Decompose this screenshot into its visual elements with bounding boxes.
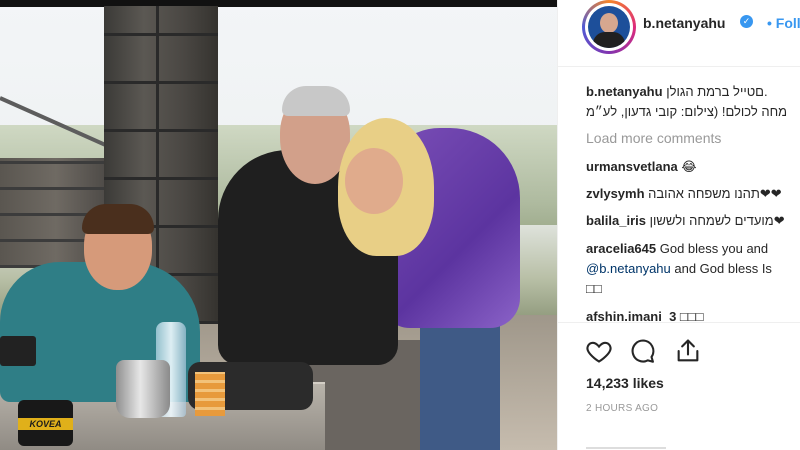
caption-line-1: b.netanyahu םטייל ברמת הגולן.	[586, 82, 800, 102]
comment-text: 😂	[677, 159, 697, 174]
comment-icon[interactable]	[629, 337, 657, 365]
follow-button[interactable]: • Follow	[767, 15, 800, 31]
avatar-suit	[593, 32, 625, 48]
avatar-frame	[585, 3, 633, 51]
avatar-face	[600, 13, 618, 33]
post-actions: 14,233 likes 2 HOURS AGO	[558, 322, 800, 450]
comment-username[interactable]: urmansvetlana	[586, 159, 678, 174]
comment-username[interactable]: balila_iris	[586, 213, 646, 228]
mention-link[interactable]: @b.netanyahu	[586, 261, 671, 276]
comment-text: □□	[586, 281, 602, 296]
post-side-panel: b.netanyahu ✓ • Follow b.netanyahu םטייל…	[557, 0, 800, 450]
post-header: b.netanyahu ✓ • Follow	[558, 0, 800, 67]
comment-row: urmansvetlana 😂	[586, 158, 697, 176]
comment-username[interactable]: afshin.imani_3	[586, 309, 676, 322]
verified-icon: ✓	[740, 15, 753, 28]
comment-row-continued: @b.netanyahu and God bless Is	[586, 260, 772, 278]
caption-username[interactable]: b.netanyahu	[586, 84, 663, 99]
share-icon[interactable]	[674, 337, 702, 365]
cup	[195, 372, 225, 416]
post-timestamp[interactable]: 2 HOURS AGO	[586, 403, 658, 414]
woman-face	[345, 148, 403, 214]
comment-text: □□□	[676, 309, 704, 322]
avatar-image	[588, 6, 630, 48]
photo-top-edge	[0, 0, 557, 7]
heart-icon[interactable]	[585, 337, 613, 365]
comment-text: God bless you and	[656, 241, 769, 256]
comments-list[interactable]: b.netanyahu םטייל ברמת הגולן. מחה לכולם!…	[558, 80, 800, 322]
man-gray-hair	[282, 86, 350, 116]
post-photo[interactable]: KOVEA	[0, 0, 557, 450]
comment-row: zvlysymh תהנו משפחה אהובה❤❤	[586, 185, 782, 203]
comment-input-hint	[586, 447, 666, 449]
caption-text-1: םטייל ברמת הגולן.	[666, 84, 768, 99]
avatar[interactable]	[582, 0, 636, 54]
comment-row: afshin.imani_3 □□□	[586, 308, 703, 322]
username-link[interactable]: b.netanyahu	[643, 15, 725, 31]
canister-label: KOVEA	[18, 418, 73, 430]
phone	[0, 336, 36, 366]
comment-row: balila_iris מועדים לשמחה ולששון❤	[586, 212, 785, 230]
load-more-comments-link[interactable]: Load more comments	[586, 130, 721, 146]
comment-row: aracelia645 God bless you and	[586, 240, 768, 258]
comment-username[interactable]: aracelia645	[586, 241, 656, 256]
comment-text: and God bless Is	[670, 261, 772, 276]
comment-text: תהנו משפחה אהובה❤❤	[644, 186, 782, 201]
comment-text: מועדים לשמחה ולששון❤	[645, 213, 785, 228]
likes-count[interactable]: 14,233 likes	[586, 375, 664, 391]
comment-row-continued: □□	[586, 280, 602, 298]
woman-legs	[420, 318, 500, 450]
coffee-pot	[116, 360, 170, 418]
comment-username[interactable]: zvlysymh	[586, 186, 645, 201]
caption: b.netanyahu םטייל ברמת הגולן. מחה לכולם!…	[586, 82, 800, 122]
caption-text-2: מחה לכולם! (צילום: קובי גדעון, לע״מ	[586, 104, 788, 119]
young-man-hair	[82, 204, 154, 234]
